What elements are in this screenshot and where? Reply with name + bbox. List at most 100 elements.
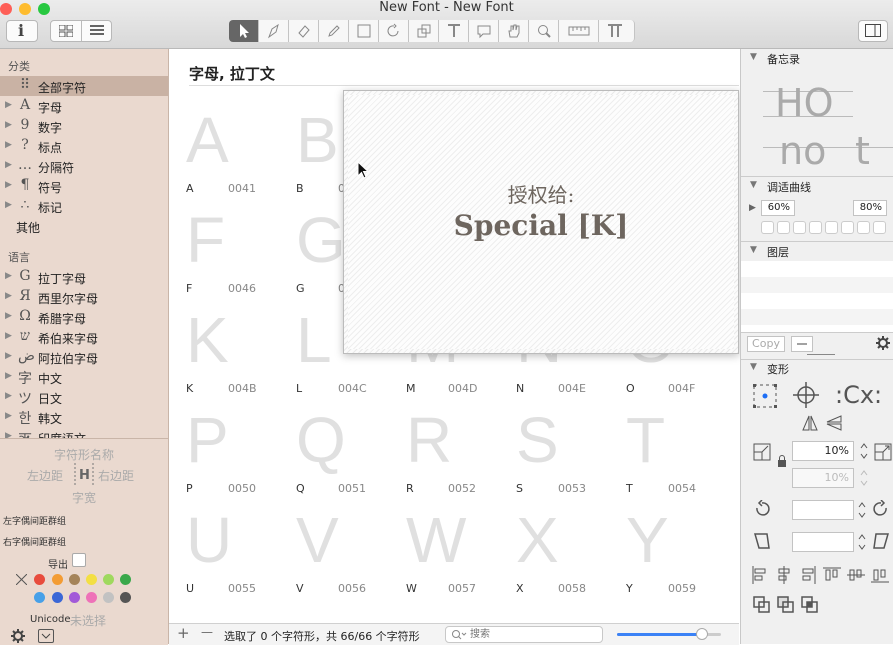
scale-origin-icon[interactable]: :Cx: [833,381,889,413]
curve-preset-button[interactable] [825,221,838,234]
glyph-cell[interactable]: S S 0053 [508,405,618,505]
scale-stepper[interactable] [859,441,869,464]
color-swatch-brown[interactable] [69,574,80,585]
disclosure-arrow-icon[interactable]: ▶ [5,351,12,361]
sidebar-item-numbers[interactable]: ▶ 9 数字 [0,116,168,136]
disclosure-arrow-icon[interactable]: ▶ [5,271,12,281]
sidebar-item-hebrew[interactable]: ▶ ש 希伯来字母 [0,327,168,347]
disclosure-arrow-icon[interactable]: ▶ [5,120,12,130]
collapse-arrow-icon[interactable]: ▼ [750,180,757,190]
settings-gear-icon[interactable] [11,629,25,646]
layers-list[interactable] [741,261,893,333]
glyph-cell[interactable]: K K 004B [178,305,288,405]
align-right-icon[interactable] [799,566,817,584]
scale-height-stepper[interactable] [859,468,869,491]
no-color-icon[interactable] [15,573,28,586]
disclosure-arrow-icon[interactable]: ▶ [5,100,12,110]
curve-preset-button[interactable] [809,221,822,234]
info-button[interactable]: i [6,20,38,42]
rectangle-tool[interactable] [349,20,379,42]
layer-settings-gear-icon[interactable] [876,336,890,353]
disclosure-arrow-icon[interactable]: ▶ [5,311,12,321]
zoom-slider[interactable] [617,628,721,640]
curve-preset-button[interactable] [761,221,774,234]
color-swatch-green[interactable] [120,574,131,585]
curve-section-header[interactable]: ▼ 调适曲线 [741,177,893,195]
align-center-h-icon[interactable] [775,566,793,584]
curve-right-field[interactable]: 80% [853,200,887,216]
annotation-tool[interactable] [469,20,499,42]
sidebar-toggle-button[interactable] [858,20,888,42]
curve-left-field[interactable]: 60% [761,200,795,216]
glyph-cell[interactable]: P P 0050 [178,405,288,505]
rotate-cw-icon[interactable] [872,499,890,521]
slant-stepper[interactable] [857,532,867,555]
grid-view-icon[interactable] [58,24,74,38]
subtract-icon[interactable] [777,596,795,617]
eraser-tool[interactable] [289,20,319,42]
sidebar-item-arabic[interactable]: ▶ ض 阿拉伯字母 [0,347,168,367]
add-glyph-button[interactable]: + [177,624,190,642]
slant-left-icon[interactable] [753,532,771,553]
zoom-slider-knob[interactable] [696,628,709,640]
glyph-cell[interactable]: W W 0057 [398,505,508,605]
expand-arrow-icon[interactable]: ▶ [749,203,756,213]
color-swatch-red[interactable] [34,574,45,585]
crosshair-icon[interactable] [793,382,819,411]
disclosure-arrow-icon[interactable]: ▶ [5,371,12,381]
scale-width-field[interactable]: 10% [792,441,854,461]
remove-layer-button[interactable] [791,336,813,352]
disclosure-arrow-icon[interactable]: ▶ [5,140,12,150]
sidebar-item-other[interactable]: 其他 [0,216,168,236]
sidebar-item-chinese[interactable]: ▶ 字 中文 [0,367,168,387]
lock-icon[interactable] [777,455,787,470]
glyph-cell[interactable]: T T 0054 [618,405,728,505]
curve-preset-button[interactable] [777,221,790,234]
rotate-tool[interactable] [379,20,409,42]
flip-horizontal-icon[interactable] [801,414,819,435]
disclosure-arrow-icon[interactable]: ▶ [5,391,12,401]
sidebar-item-punctuation[interactable]: ▶ ? 标点 [0,136,168,156]
curve-preset-button[interactable] [841,221,854,234]
curve-preset-button[interactable] [873,221,886,234]
glyph-cell[interactable]: X X 0058 [508,505,618,605]
sidebar-item-japanese[interactable]: ▶ ツ 日文 [0,387,168,407]
align-bottom-icon[interactable] [871,566,889,584]
collapse-arrow-icon[interactable]: ▼ [750,245,757,255]
rotate-stepper[interactable] [857,500,867,523]
remove-glyph-button[interactable]: — [201,625,213,639]
disclosure-arrow-icon[interactable]: ▶ [5,331,12,341]
collapse-arrow-icon[interactable]: ▼ [750,52,757,62]
sidebar-item-greek[interactable]: ▶ Ω 希腊字母 [0,307,168,327]
sidebar-item-letters[interactable]: ▶ A 字母 [0,96,168,116]
glyph-cell[interactable]: F F 0046 [178,205,288,305]
glyph-cell[interactable]: U U 0055 [178,505,288,605]
color-swatch-light-blue[interactable] [34,592,45,603]
curve-preset-button[interactable] [793,221,806,234]
flip-vertical-icon[interactable] [825,414,843,435]
pencil-tool[interactable] [319,20,349,42]
search-input[interactable] [470,628,595,641]
glyph-cell[interactable]: V V 0056 [288,505,398,605]
copy-layer-button[interactable]: Copy [747,336,785,352]
disclosure-arrow-icon[interactable]: ▶ [5,291,12,301]
union-icon[interactable] [753,596,771,617]
dropdown-menu-icon[interactable] [38,629,54,643]
sidebar-item-cyrillic[interactable]: ▶ Я 西里尔字母 [0,287,168,307]
color-swatch-light-gray[interactable] [103,592,114,603]
scale-down-icon[interactable] [753,443,771,464]
measure-tool[interactable] [559,20,599,42]
memo-section-header[interactable]: ▼ 备忘录 [741,49,893,67]
transform-section-header[interactable]: ▼ 变形 [741,359,893,377]
color-swatch-blue[interactable] [52,592,63,603]
color-swatch-yellow[interactable] [86,574,97,585]
sidebar-item-separators[interactable]: ▶ … 分隔符 [0,156,168,176]
select-tool[interactable] [229,20,259,42]
rotate-field[interactable] [792,500,854,520]
slant-right-icon[interactable] [872,532,890,553]
export-checkbox[interactable] [72,553,86,567]
disclosure-arrow-icon[interactable]: ▶ [5,160,12,170]
sidebar-item-latin[interactable]: ▶ G 拉丁字母 [0,267,168,287]
color-swatch-purple[interactable] [69,592,80,603]
disclosure-arrow-icon[interactable]: ▶ [5,180,12,190]
